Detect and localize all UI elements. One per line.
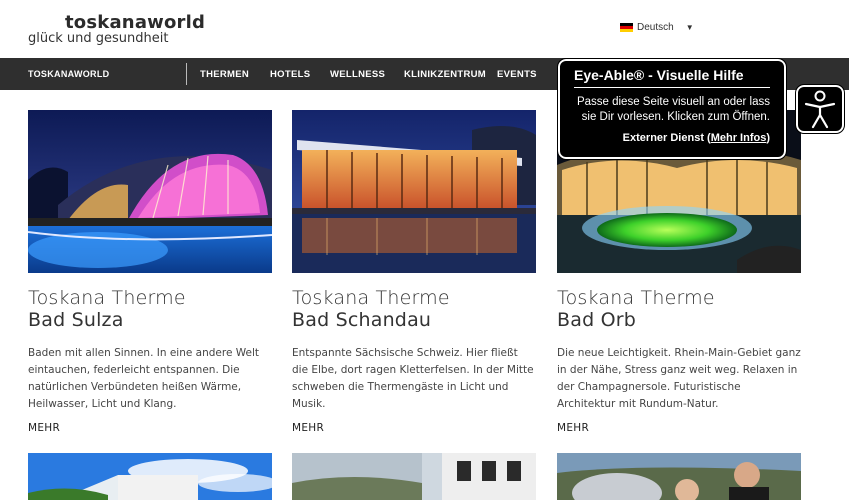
- logo-wordmark[interactable]: toskanaworld: [65, 12, 205, 33]
- nav-item-events[interactable]: EVENTS: [497, 69, 537, 80]
- accessibility-button[interactable]: [795, 84, 845, 134]
- eye-able-external-note: Externer Dienst (Mehr Infos): [574, 132, 770, 144]
- card-title-line2: Bad Sulza: [28, 309, 124, 331]
- eye-able-title: Eye-Able® - Visuelle Hilfe: [574, 67, 770, 88]
- therme-card-bad-schandau: Toskana Therme Bad Schandau Entspannte S…: [292, 110, 536, 434]
- nav-divider: [186, 63, 187, 85]
- card-description: Die neue Leichtigkeit. Rhein-Main-Gebiet…: [557, 347, 801, 410]
- chevron-down-icon: ▼: [685, 23, 694, 32]
- hotel-photo-row2-1[interactable]: [28, 453, 272, 500]
- bad-schandau-photo[interactable]: [292, 110, 536, 273]
- logo-tagline[interactable]: glück und gesundheit: [28, 31, 168, 46]
- site-header: toskanaworld glück und gesundheit Deutsc…: [0, 0, 849, 58]
- eye-able-more-info-link[interactable]: Mehr Infos: [711, 132, 767, 144]
- bad-sulza-photo[interactable]: [28, 110, 272, 273]
- card-description: Baden mit allen Sinnen. In eine andere W…: [28, 347, 260, 410]
- nav-item-hotels[interactable]: HOTELS: [270, 69, 310, 80]
- eye-able-tooltip[interactable]: Eye-Able® - Visuelle Hilfe Passe diese S…: [557, 58, 787, 160]
- card-more-link[interactable]: MEHR: [557, 422, 801, 434]
- language-label: Deutsch: [637, 22, 674, 33]
- card-title-line1: Toskana Therme: [557, 287, 715, 309]
- card-more-link[interactable]: MEHR: [28, 422, 272, 434]
- nav-item-klinikzentrum[interactable]: KLINIKZENTRUM: [404, 69, 486, 80]
- card-title-line2: Bad Orb: [557, 309, 637, 331]
- external-service-suffix: ): [766, 132, 770, 144]
- language-selector[interactable]: Deutsch ▼: [620, 22, 694, 33]
- german-flag-icon: [620, 23, 633, 32]
- hotel-photo-row2-3[interactable]: [557, 453, 801, 500]
- card-title-line1: Toskana Therme: [28, 287, 186, 309]
- hotel-photo-row2-2[interactable]: [292, 453, 536, 500]
- card-title-line1: Toskana Therme: [292, 287, 450, 309]
- card-description: Entspannte Sächsische Schweiz. Hier flie…: [292, 347, 534, 410]
- card-more-link[interactable]: MEHR: [292, 422, 536, 434]
- therme-card-bad-sulza: Toskana Therme Bad Sulza Baden mit allen…: [28, 110, 272, 434]
- eye-able-description: Passe diese Seite visuell an oder lass s…: [576, 96, 770, 123]
- nav-item-wellness[interactable]: WELLNESS: [330, 69, 385, 80]
- nav-brand-link[interactable]: TOSKANAWORLD: [28, 69, 109, 79]
- external-service-prefix: Externer Dienst (: [622, 132, 711, 144]
- nav-item-thermen[interactable]: THERMEN: [200, 69, 249, 80]
- card-title-line2: Bad Schandau: [292, 309, 432, 331]
- accessibility-person-icon: [804, 90, 836, 129]
